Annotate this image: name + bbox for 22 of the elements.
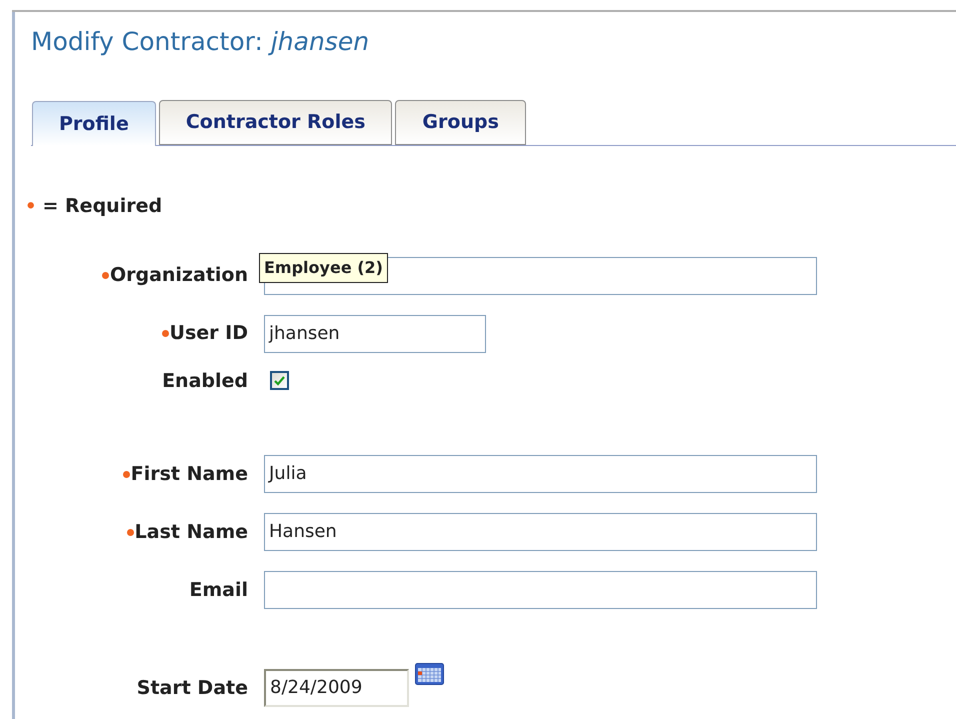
field-label: User ID — [170, 321, 248, 346]
page-title: Modify Contractor: jhansen — [31, 26, 370, 58]
calendar-icon[interactable] — [415, 663, 444, 685]
checkmark-icon — [274, 376, 285, 386]
field-label: Email — [189, 578, 248, 603]
date-field[interactable]: 8/24/2009 — [264, 669, 409, 707]
text-field[interactable] — [264, 571, 817, 609]
field-label: Last Name — [134, 520, 248, 545]
tab[interactable]: Contractor Roles — [158, 100, 392, 145]
tooltip: Employee (2) — [259, 252, 388, 282]
field-label: Enabled — [162, 368, 248, 394]
required-note: = Required — [42, 194, 162, 219]
tab[interactable]: Profile — [32, 101, 156, 146]
tab[interactable]: Groups — [395, 100, 526, 145]
field-label: Organization — [110, 263, 248, 288]
field-label: Start Date — [136, 676, 248, 701]
field-label: First Name — [130, 462, 248, 487]
required-mark: • — [25, 194, 37, 219]
text-field[interactable]: Julia — [264, 455, 817, 493]
text-field[interactable]: Hansen — [264, 513, 817, 551]
text-field[interactable]: jhansen — [264, 314, 486, 352]
checkbox[interactable] — [270, 371, 289, 390]
